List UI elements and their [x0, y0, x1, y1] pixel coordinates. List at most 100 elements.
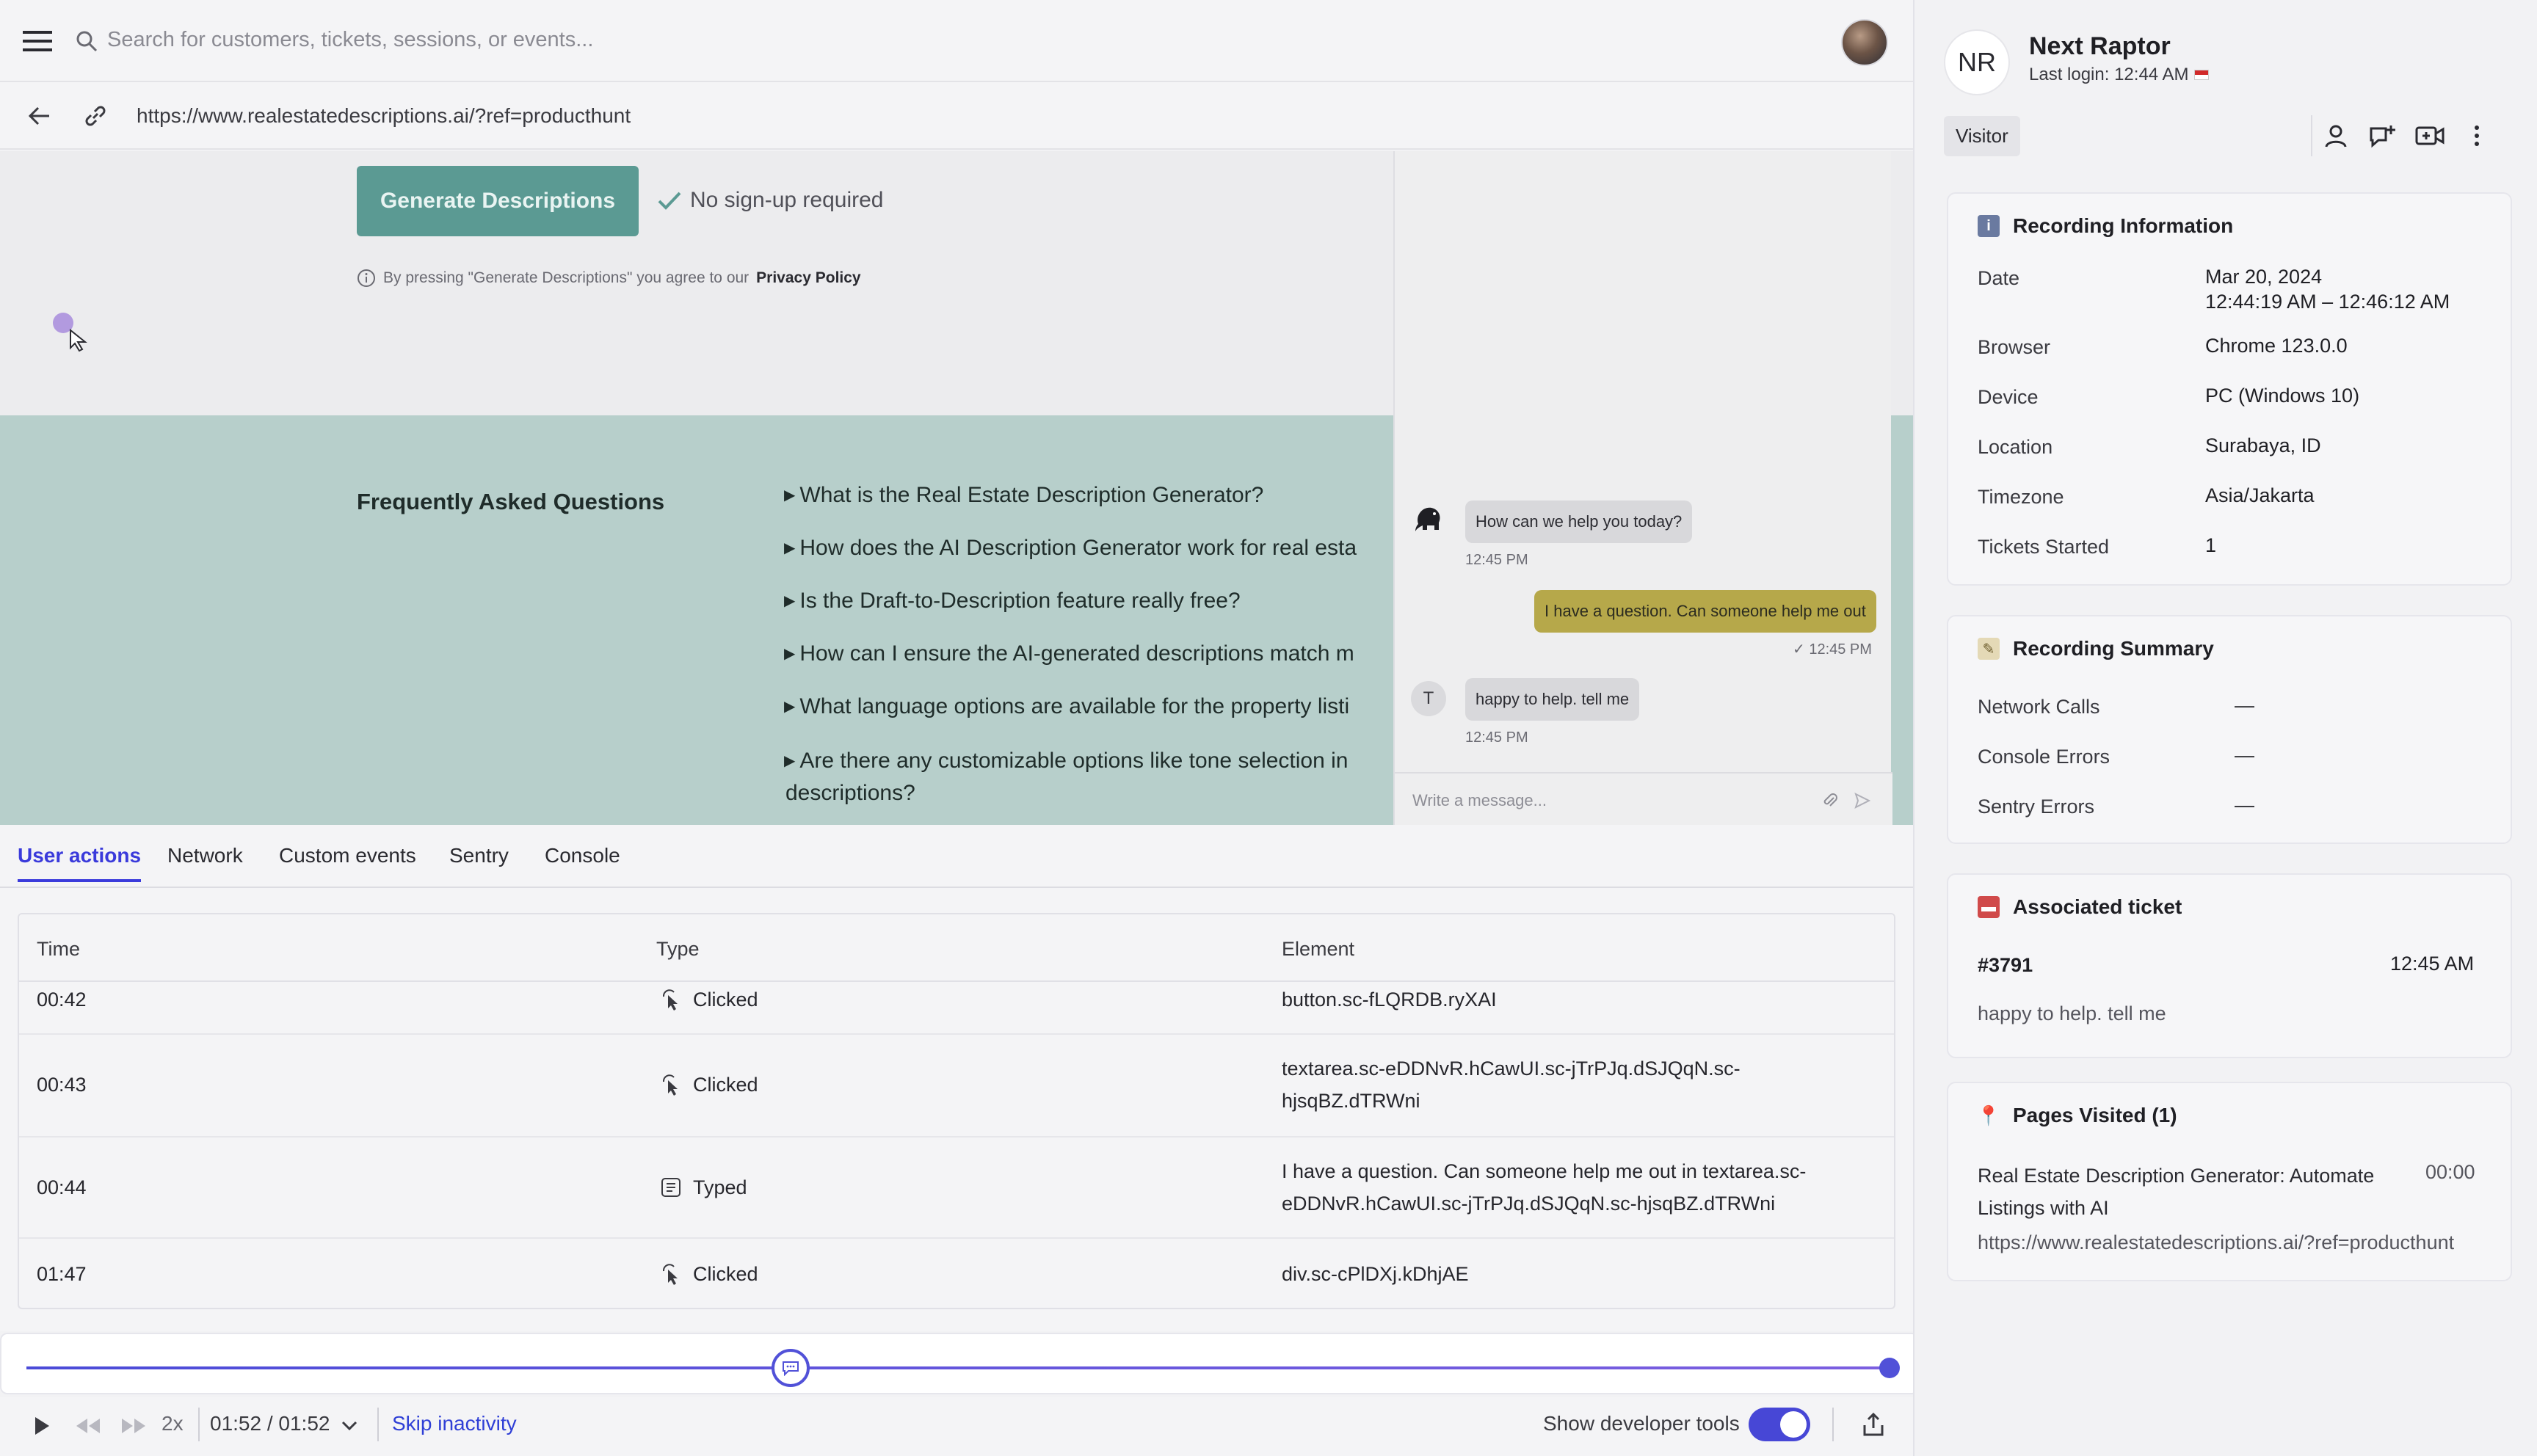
chat-message-incoming: How can we help you today? — [1465, 500, 1693, 543]
play-icon[interactable] — [29, 1412, 54, 1440]
field-value-tickets-started: 1 — [2205, 534, 2217, 556]
user-name: Next Raptor — [2029, 32, 2171, 60]
fast-forward-icon[interactable] — [119, 1413, 148, 1438]
checkmark-icon — [658, 192, 681, 210]
table-row[interactable]: 00:43 Clicked textarea.sc-eDDNvR.hCawUI.… — [19, 1035, 1894, 1138]
recorded-page-url: https://www.realestatedescriptions.ai/?r… — [137, 104, 631, 127]
click-pointer-icon — [662, 1264, 678, 1285]
ticket-id[interactable]: #3791 — [1978, 954, 2033, 977]
faq-item: ▶ Are there any customizable options like… — [784, 749, 1349, 773]
disclosure-triangle-icon: ▶ — [784, 753, 796, 769]
chat-message-incoming: happy to help. tell me — [1465, 678, 1640, 721]
playback-time: 01:52 / 01:52 — [210, 1412, 330, 1435]
more-options-icon[interactable] — [2453, 110, 2500, 161]
agent-avatar: T — [1411, 681, 1446, 716]
top-bar: Search for customers, tickets, sessions,… — [0, 0, 1913, 82]
tab-user-actions[interactable]: User actions — [18, 844, 142, 882]
current-user-avatar[interactable] — [1841, 19, 1888, 66]
field-value-location: Surabaya, ID — [2205, 434, 2321, 456]
disclosure-triangle-icon: ▶ — [784, 540, 796, 556]
replay-cursor-icon — [51, 311, 92, 352]
row-element: textarea.sc-eDDNvR.hCawUI.sc-jTrPJq.dSJQ… — [1282, 1058, 1741, 1112]
global-search-input[interactable]: Search for customers, tickets, sessions,… — [107, 28, 593, 52]
card-title: ▬ Associated ticket — [1978, 895, 2182, 919]
field-value-date: Mar 20, 2024 12:44:19 AM – 12:46:12 AM — [2205, 266, 2450, 313]
new-ticket-icon[interactable] — [2359, 110, 2406, 161]
chat-timestamp: ✓ 12:45 PM — [1793, 641, 1872, 658]
keyboard-input-icon — [661, 1178, 680, 1197]
field-value-sentry-errors: — — [2235, 794, 2254, 816]
video-call-icon[interactable] — [2406, 110, 2453, 161]
table-row[interactable]: 00:44 Typed I have a question. Can someo… — [19, 1138, 1894, 1239]
playhead-handle[interactable] — [1879, 1358, 1900, 1378]
row-element: button.sc-fLQRDB.ryXAI — [1282, 989, 1497, 1011]
devtools-tabs: User actions Network Custom events Sentr… — [0, 825, 1913, 888]
no-signup-note: No sign-up required — [658, 188, 883, 213]
link-icon[interactable] — [81, 101, 110, 131]
table-row[interactable]: 00:42 Clicked button.sc-fLQRDB.ryXAI — [19, 983, 1894, 1035]
info-circle-icon — [357, 269, 375, 287]
chat-timestamp: 12:45 PM — [1465, 552, 1528, 568]
visited-page-url[interactable]: https://www.realestatedescriptions.ai/?r… — [1978, 1231, 2454, 1254]
tab-console[interactable]: Console — [545, 844, 620, 867]
divider — [198, 1408, 200, 1441]
skip-inactivity-toggle[interactable]: Skip inactivity — [392, 1412, 517, 1435]
playback-speed[interactable]: 2x — [161, 1412, 184, 1435]
chevron-down-icon[interactable] — [338, 1415, 361, 1437]
recording-summary-card: ✎ Recording Summary Network Calls — Cons… — [1947, 615, 2512, 844]
faq-item: ▶ How can I ensure the AI-generated descr… — [784, 641, 1354, 666]
session-details-sidebar: NR Next Raptor Last login: 12:44 AM Visi… — [1913, 0, 2537, 1456]
no-signup-text: No sign-up required — [690, 188, 884, 212]
visitor-badge: Visitor — [1944, 116, 2020, 156]
back-arrow-icon[interactable] — [25, 103, 54, 129]
rewind-icon[interactable] — [73, 1413, 103, 1438]
timeline-track[interactable] — [26, 1366, 1891, 1369]
divider — [1832, 1408, 1834, 1441]
share-export-icon[interactable] — [1859, 1409, 1888, 1440]
disclosure-triangle-icon: ▶ — [784, 646, 796, 662]
ticket-preview: happy to help. tell me — [1978, 1002, 2166, 1024]
field-label: Device — [1978, 386, 2039, 408]
column-header-time: Time — [37, 938, 80, 960]
table-header: Time Type Element — [19, 914, 1894, 982]
row-time: 00:42 — [37, 989, 87, 1011]
row-time: 00:44 — [37, 1176, 87, 1198]
tab-custom-events[interactable]: Custom events — [279, 844, 416, 867]
location-pin-icon: 📍 — [1976, 1104, 2001, 1126]
privacy-notice: By pressing "Generate Descriptions" you … — [357, 269, 861, 288]
tab-network[interactable]: Network — [167, 844, 243, 867]
faq-item-continued: descriptions? — [785, 781, 915, 805]
disclosure-triangle-icon: ▶ — [784, 699, 796, 715]
show-developer-tools-label: Show developer tools — [1543, 1412, 1740, 1435]
chat-timestamp: 12:45 PM — [1465, 729, 1528, 746]
user-profile-icon[interactable] — [2312, 110, 2359, 161]
field-value-timezone: Asia/Jakarta — [2205, 484, 2315, 506]
chat-event-marker-icon[interactable] — [772, 1349, 810, 1387]
click-pointer-icon — [662, 989, 678, 1011]
page-hero-section: Generate Descriptions No sign-up require… — [0, 151, 1393, 415]
visited-page-title[interactable]: Real Estate Description Generator: Autom… — [1978, 1160, 2418, 1224]
tab-sentry[interactable]: Sentry — [449, 844, 509, 867]
privacy-policy-link: Privacy Policy — [756, 269, 861, 286]
hamburger-menu-icon[interactable] — [21, 26, 54, 56]
faq-title: Frequently Asked Questions — [357, 489, 665, 514]
chat-message-input: Write a message... — [1412, 791, 1547, 809]
visited-page-duration: 00:00 — [2425, 1161, 2475, 1183]
associated-ticket-card[interactable]: ▬ Associated ticket #3791 12:45 AM happy… — [1947, 873, 2512, 1058]
field-label: Location — [1978, 436, 2053, 458]
ticket-icon: ▬ — [1978, 896, 2000, 918]
field-value-network-calls: — — [2235, 694, 2254, 716]
field-label: Date — [1978, 267, 2020, 289]
info-icon: i — [1978, 215, 2000, 237]
faq-item: ▶ What is the Real Estate Description Gen… — [784, 483, 1264, 507]
card-title: 📍 Pages Visited (1) — [1976, 1104, 2177, 1126]
developer-tools-toggle[interactable] — [1749, 1408, 1810, 1441]
elephant-logo-icon — [1411, 500, 1446, 536]
faq-item: ▶ How does the AI Description Generator w… — [784, 536, 1357, 560]
pages-visited-card: 📍 Pages Visited (1) Real Estate Descript… — [1947, 1082, 2512, 1281]
row-type: Clicked — [659, 983, 758, 1016]
click-pointer-icon — [662, 1074, 678, 1096]
playback-timeline[interactable] — [0, 1333, 1919, 1394]
developer-tools-panel: User actions Network Custom events Sentr… — [0, 825, 1913, 1331]
table-row[interactable]: 01:47 Clicked div.sc-cPlDXj.kDhjAE — [19, 1239, 1894, 1308]
